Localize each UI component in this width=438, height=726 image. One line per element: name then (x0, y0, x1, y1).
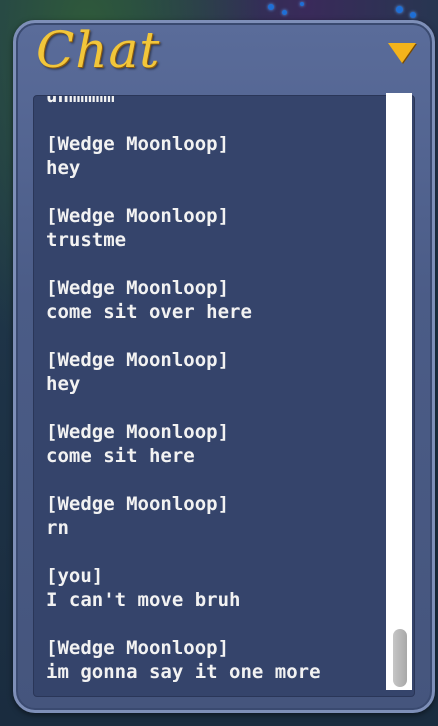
bubble-decoration (268, 4, 274, 10)
chat-message-speaker: [Wedge Moonloop] (46, 349, 230, 371)
dropdown-arrow-icon[interactable] (388, 43, 416, 63)
chat-message-text: come sit here (46, 445, 195, 467)
chat-message: [Wedge Moonloop] come sit over here (46, 276, 321, 324)
bubble-decoration (282, 10, 287, 15)
chat-scrollbar[interactable] (386, 93, 412, 690)
chat-message-speaker: [Wedge Moonloop] (46, 277, 230, 299)
chat-log-content: uhmmmm [Wedge Moonloop] hey [Wedge Moonloop… (46, 95, 321, 696)
scrollbar-thumb[interactable] (393, 629, 407, 687)
chat-message-text: rn (46, 517, 69, 539)
bubble-decoration (396, 6, 403, 13)
chat-message-text: uhmmmm (46, 95, 115, 107)
chat-message-text: come sit over here (46, 301, 252, 323)
chat-message-text: I can't move bruh (46, 589, 241, 611)
chat-message: [Wedge Moonloop] hey (46, 132, 321, 180)
chat-message: [you] I can't move bruh (46, 564, 321, 612)
chat-message: [Wedge Moonloop] rn (46, 492, 321, 540)
chat-message: [Wedge Moonloop] come sit here (46, 420, 321, 468)
chat-message-text: hey (46, 157, 81, 179)
chat-message: uhmmmm (46, 95, 321, 108)
chat-message-text: trustme (46, 229, 127, 251)
chat-message-speaker: [Wedge Moonloop] (46, 493, 230, 515)
chat-message-text: hey (46, 373, 81, 395)
chat-message-speaker: [Wedge Moonloop] (46, 421, 230, 443)
chat-message-text: im gonna say it one more (46, 661, 321, 683)
chat-message-speaker: [you] (46, 565, 104, 587)
chat-message: [Wedge Moonloop] hey (46, 348, 321, 396)
chat-message: [Wedge Moonloop] im gonna say it one more (46, 636, 321, 684)
chat-title: Chat (36, 21, 161, 79)
chat-message-speaker: [Wedge Moonloop] (46, 133, 230, 155)
game-scene-background: Chat uhmmmm [Wedge Moonloop] hey [Wedge Moo… (0, 0, 438, 726)
chat-message: [Wedge Moonloop] trustme (46, 204, 321, 252)
chat-log[interactable]: uhmmmm [Wedge Moonloop] hey [Wedge Moonloop… (33, 95, 415, 697)
chat-message-speaker: [Wedge Moonloop] (46, 637, 230, 659)
bubble-decoration (300, 2, 304, 6)
bubble-decoration (410, 12, 416, 18)
chat-message-speaker: [Wedge Moonloop] (46, 205, 230, 227)
chat-panel: Chat uhmmmm [Wedge Moonloop] hey [Wedge Moo… (13, 20, 435, 713)
